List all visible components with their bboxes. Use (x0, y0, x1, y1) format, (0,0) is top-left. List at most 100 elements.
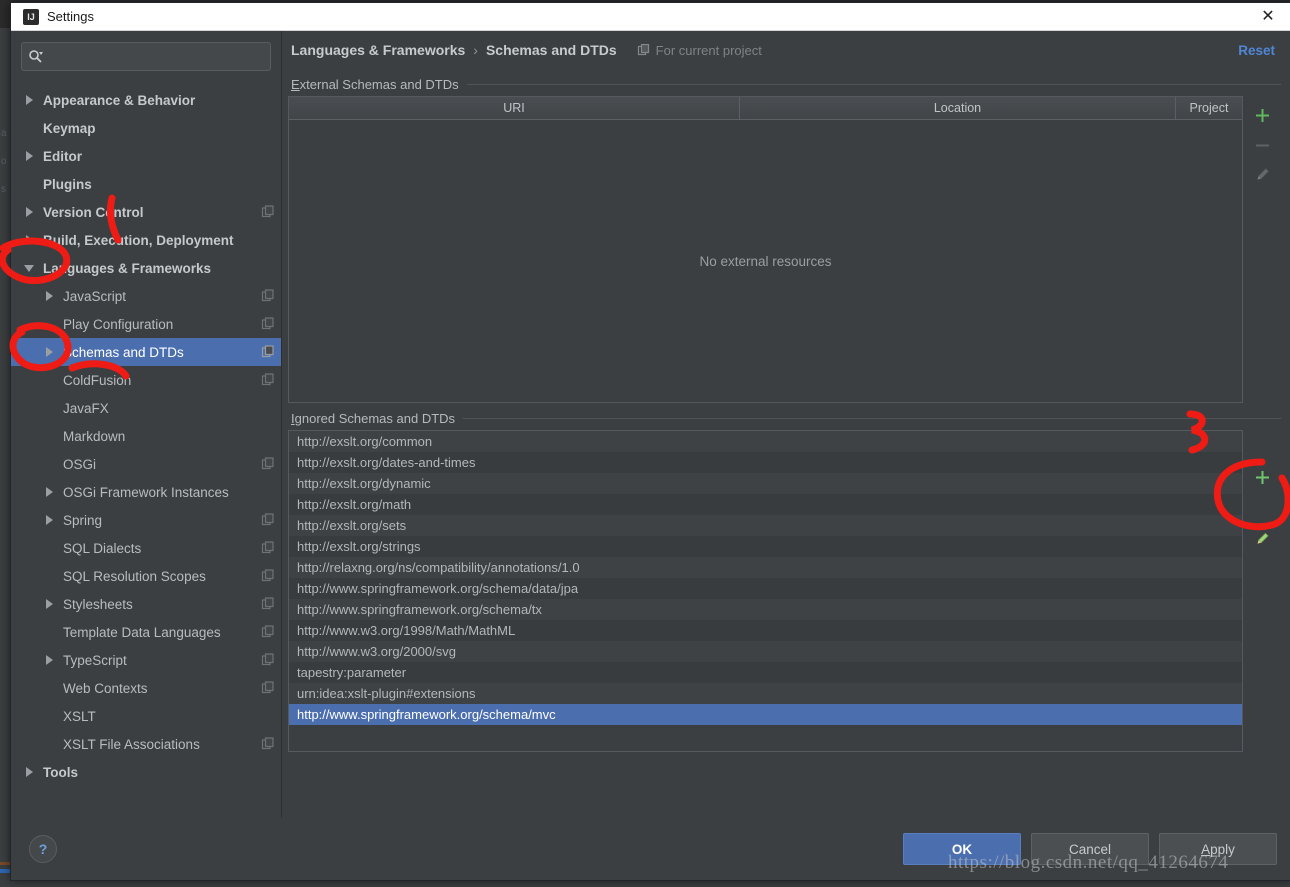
chevron-right-icon[interactable] (39, 347, 59, 357)
project-scope-indicator: For current project (637, 43, 762, 58)
list-item[interactable]: http://www.springframework.org/schema/da… (289, 578, 1242, 599)
project-scope-icon (261, 345, 275, 359)
add-external-button[interactable] (1247, 100, 1277, 130)
remove-external-button[interactable] (1247, 130, 1277, 160)
search-input[interactable] (47, 45, 264, 68)
sidebar-item-label: XSLT File Associations (63, 736, 200, 752)
list-item[interactable]: http://relaxng.org/ns/compatibility/anno… (289, 557, 1242, 578)
list-item[interactable]: http://www.springframework.org/schema/mv… (289, 704, 1242, 725)
breadcrumb: Languages & Frameworks › Schemas and DTD… (288, 31, 1281, 69)
edit-ignored-button[interactable] (1247, 524, 1277, 554)
ignored-schema-uri: http://www.springframework.org/schema/mv… (297, 707, 556, 722)
external-table-toolbar (1243, 96, 1281, 403)
external-schemas-table[interactable]: URI Location Project No external resourc… (288, 96, 1243, 403)
sidebar-item-appearance-behavior[interactable]: Appearance & Behavior (11, 86, 281, 114)
chevron-right-icon[interactable] (39, 599, 59, 609)
apply-button[interactable]: Apply (1159, 833, 1277, 865)
chevron-right-icon[interactable] (19, 767, 39, 777)
ignored-schemas-list[interactable]: http://exslt.org/common http://exslt.org/… (288, 430, 1243, 752)
help-button[interactable]: ? (29, 835, 57, 863)
sidebar-item-languages-frameworks[interactable]: Languages & Frameworks (11, 254, 281, 282)
column-header-project[interactable]: Project (1176, 97, 1242, 119)
chevron-right-icon[interactable] (19, 95, 39, 105)
chevron-right-icon[interactable] (19, 207, 39, 217)
sidebar-item-javascript[interactable]: JavaScript (11, 282, 281, 310)
project-scope-icon (261, 569, 275, 583)
sidebar-item-coldfusion[interactable]: ColdFusion (11, 366, 281, 394)
ignored-schema-uri: http://exslt.org/dates-and-times (297, 455, 476, 470)
chevron-right-icon[interactable] (39, 487, 59, 497)
ok-button[interactable]: OK (903, 833, 1021, 865)
chevron-right-icon[interactable] (39, 515, 59, 525)
ignored-schema-uri: tapestry:parameter (297, 665, 407, 680)
sidebar-item-play-configuration[interactable]: Play Configuration (11, 310, 281, 338)
sidebar-item-stylesheets[interactable]: Stylesheets (11, 590, 281, 618)
sidebar-item-label: Play Configuration (63, 316, 174, 332)
sidebar-item-schemas-and-dtds[interactable]: Schemas and DTDs (11, 338, 281, 366)
sidebar-item-tools[interactable]: Tools (11, 758, 281, 786)
sidebar-item-label: JavaFX (63, 400, 109, 416)
gutter-char: o (1, 156, 7, 167)
sidebar-item-plugins[interactable]: Plugins (11, 170, 281, 198)
list-item[interactable]: http://exslt.org/math (289, 494, 1242, 515)
column-header-uri[interactable]: URI (289, 97, 740, 119)
column-header-location[interactable]: Location (740, 97, 1176, 119)
sidebar-item-spring[interactable]: Spring (11, 506, 281, 534)
sidebar-item-label: Version Control (43, 204, 144, 220)
chevron-right-icon[interactable] (19, 235, 39, 245)
ide-left-gutter-text: a o s (1, 120, 7, 204)
search-box[interactable] (21, 42, 271, 71)
sidebar-item-build-execution-deployment[interactable]: Build, Execution, Deployment (11, 226, 281, 254)
close-icon[interactable]: ✕ (1245, 3, 1290, 30)
sidebar-item-web-contexts[interactable]: Web Contexts (11, 674, 281, 702)
ignored-schema-uri: http://exslt.org/sets (297, 518, 407, 533)
ignored-section-title: Ignored Schemas and DTDs (291, 411, 1281, 426)
sidebar-item-label: Build, Execution, Deployment (43, 232, 234, 248)
ignored-schema-uri: http://www.springframework.org/schema/da… (297, 581, 579, 596)
sidebar-item-label: Stylesheets (63, 596, 133, 612)
sidebar-item-osgi[interactable]: OSGi (11, 450, 281, 478)
list-item[interactable]: http://exslt.org/dates-and-times (289, 452, 1242, 473)
sidebar-item-editor[interactable]: Editor (11, 142, 281, 170)
sidebar-item-xslt[interactable]: XSLT (11, 702, 281, 730)
sidebar-item-label: XSLT (63, 708, 96, 724)
sidebar-item-keymap[interactable]: Keymap (11, 114, 281, 142)
external-panel-row: URI Location Project No external resourc… (288, 96, 1281, 403)
list-item[interactable]: http://www.w3.org/2000/svg (289, 641, 1242, 662)
settings-content: Languages & Frameworks › Schemas and DTD… (282, 31, 1290, 818)
sidebar-item-osgi-framework-instances[interactable]: OSGi Framework Instances (11, 478, 281, 506)
list-item[interactable]: http://www.w3.org/1998/Math/MathML (289, 620, 1242, 641)
sidebar-item-template-data-languages[interactable]: Template Data Languages (11, 618, 281, 646)
reset-link[interactable]: Reset (1238, 43, 1281, 58)
sidebar-item-sql-resolution-scopes[interactable]: SQL Resolution Scopes (11, 562, 281, 590)
sidebar-item-typescript[interactable]: TypeScript (11, 646, 281, 674)
cancel-button[interactable]: Cancel (1031, 833, 1149, 865)
project-scope-icon (261, 457, 275, 471)
project-scope-label: For current project (655, 42, 762, 58)
project-scope-icon (261, 289, 275, 303)
list-item[interactable]: http://exslt.org/common (289, 431, 1242, 452)
list-item[interactable]: http://exslt.org/dynamic (289, 473, 1242, 494)
list-item[interactable]: http://www.springframework.org/schema/tx (289, 599, 1242, 620)
project-scope-icon (261, 625, 275, 639)
ignored-schema-uri: http://exslt.org/common (297, 434, 433, 449)
list-item[interactable]: http://exslt.org/sets (289, 515, 1242, 536)
sidebar-item-sql-dialects[interactable]: SQL Dialects (11, 534, 281, 562)
sidebar-item-markdown[interactable]: Markdown (11, 422, 281, 450)
edit-external-button[interactable] (1247, 160, 1277, 190)
chevron-right-icon[interactable] (39, 655, 59, 665)
chevron-right-icon[interactable] (39, 291, 59, 301)
ignored-schema-uri: http://exslt.org/math (297, 497, 412, 512)
list-item[interactable]: http://exslt.org/strings (289, 536, 1242, 557)
breadcrumb-parent[interactable]: Languages & Frameworks (291, 42, 465, 58)
chevron-right-icon[interactable] (19, 151, 39, 161)
chevron-down-icon[interactable] (19, 264, 39, 272)
intellij-idea-icon (23, 8, 39, 25)
gutter-char: s (1, 184, 6, 195)
add-ignored-button[interactable] (1247, 462, 1277, 492)
sidebar-item-xslt-file-associations[interactable]: XSLT File Associations (11, 730, 281, 758)
list-item[interactable]: urn:idea:xslt-plugin#extensions (289, 683, 1242, 704)
list-item[interactable]: tapestry:parameter (289, 662, 1242, 683)
sidebar-item-version-control[interactable]: Version Control (11, 198, 281, 226)
sidebar-item-javafx[interactable]: JavaFX (11, 394, 281, 422)
